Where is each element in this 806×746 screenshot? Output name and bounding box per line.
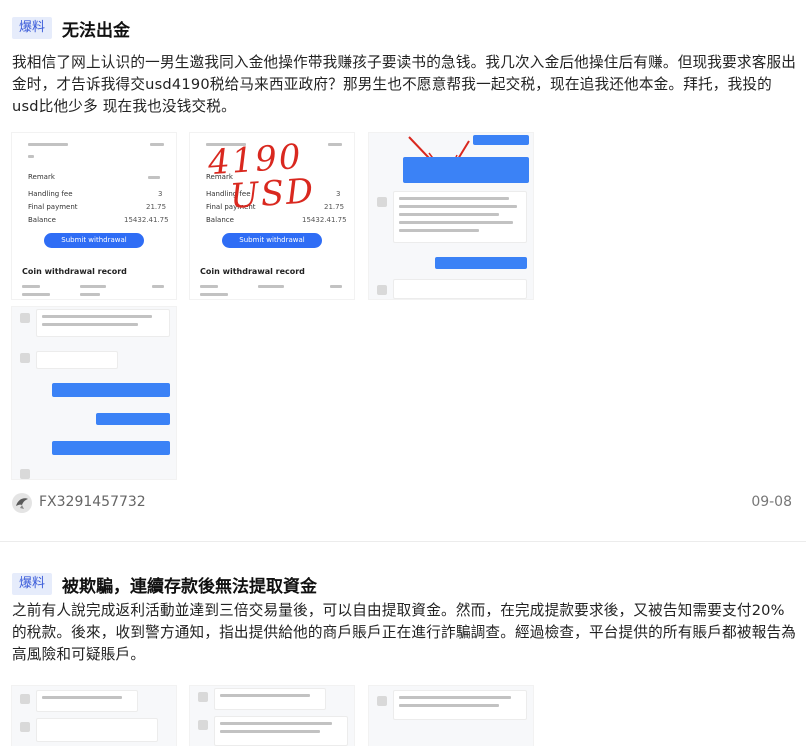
record-heading: Coin withdrawal record xyxy=(200,267,305,276)
evidence-image-3[interactable] xyxy=(369,686,533,746)
handwritten-currency-annotation: USD xyxy=(228,171,317,217)
submit-withdrawal-button: Submit withdrawal xyxy=(222,233,322,248)
field-value: 3 xyxy=(336,190,341,198)
evidence-image-4[interactable] xyxy=(12,307,176,479)
submit-withdrawal-button: Submit withdrawal xyxy=(44,233,144,248)
field-value: 21.75 xyxy=(146,203,167,211)
exposure-tag: 爆料 xyxy=(12,17,53,39)
evidence-image-2[interactable] xyxy=(190,686,354,746)
post-header: 爆料 被欺騙，連續存款後無法提取資金 xyxy=(12,570,317,598)
post-footer: FX3291457732 09-08 xyxy=(12,490,792,516)
exposure-tag: 爆料 xyxy=(12,573,53,595)
evidence-image-2[interactable]: Remark Handling fee 3 Final payment 21.7… xyxy=(190,133,354,299)
field-value: 21.75 xyxy=(324,203,345,211)
post-title[interactable]: 被欺騙，連續存款後無法提取資金 xyxy=(62,572,317,597)
post-body: 我相信了网上认识的一男生邀我同入金他操作带我赚孩子要读书的急钱。我几次入金后他操… xyxy=(12,54,797,115)
post-title[interactable]: 无法出金 xyxy=(62,16,130,41)
evidence-image-1[interactable] xyxy=(12,686,176,746)
post-body: 之前有人說完成返利活動並達到三倍交易量後，可以自由提取資金。然而，在完成提款要求… xyxy=(12,602,797,663)
field-label: Final payment xyxy=(28,203,78,211)
field-label: Remark xyxy=(28,173,55,181)
field-value: 15432.41.75 xyxy=(124,216,169,224)
field-label: Handling fee xyxy=(28,190,73,198)
post-divider xyxy=(0,541,806,542)
record-heading: Coin withdrawal record xyxy=(22,267,127,276)
post-date: 09-08 xyxy=(751,494,792,510)
author-name[interactable]: FX3291457732 xyxy=(39,494,146,510)
user-avatar-icon[interactable] xyxy=(12,493,32,513)
field-label: Balance xyxy=(206,216,234,224)
evidence-image-1[interactable]: Remark Handling fee 3 Final payment 21.7… xyxy=(12,133,176,299)
field-value: 3 xyxy=(158,190,163,198)
evidence-image-3[interactable] xyxy=(369,133,533,299)
post-header: 爆料 无法出金 xyxy=(12,14,130,42)
field-value: 15432.41.75 xyxy=(302,216,347,224)
field-label: Balance xyxy=(28,216,56,224)
